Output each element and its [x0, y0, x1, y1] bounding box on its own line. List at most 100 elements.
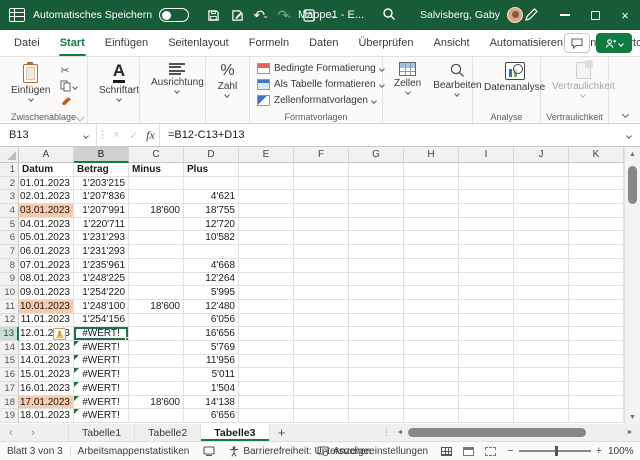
cell-e19[interactable]	[239, 409, 294, 423]
cell-d10[interactable]: 5'995	[184, 286, 239, 300]
cell-k19[interactable]	[569, 409, 624, 423]
cell-j8[interactable]	[514, 259, 569, 273]
cell-a12[interactable]: 11.01.2023	[19, 314, 74, 328]
cell-b1[interactable]: Betrag	[74, 163, 129, 177]
cell-c16[interactable]	[129, 368, 184, 382]
cell-f4[interactable]	[294, 204, 349, 218]
cell-c14[interactable]	[129, 341, 184, 355]
cell-f7[interactable]	[294, 245, 349, 259]
vertical-scroll-thumb[interactable]	[628, 166, 637, 204]
cell-d2[interactable]	[184, 177, 239, 191]
cell-a3[interactable]: 02.01.2023	[19, 190, 74, 204]
cell-a1[interactable]: Datum	[19, 163, 74, 177]
cell-h3[interactable]	[404, 190, 459, 204]
font-menu-button[interactable]: A Schriftart	[93, 60, 145, 103]
row-header-3[interactable]: 3	[0, 190, 19, 204]
cell-g4[interactable]	[349, 204, 404, 218]
maximize-button[interactable]	[580, 0, 610, 30]
redo-icon[interactable]: ↷⌄	[274, 5, 296, 25]
alignment-menu-button[interactable]: Ausrichtung	[145, 60, 210, 95]
cell-k8[interactable]	[569, 259, 624, 273]
cell-f8[interactable]	[294, 259, 349, 273]
cell-i19[interactable]	[459, 409, 514, 423]
display-settings-button[interactable]: Anzeigeeinstellungen	[310, 442, 435, 460]
cell-b18[interactable]: #WERT!	[74, 396, 129, 410]
cell-d4[interactable]: 18'755	[184, 204, 239, 218]
cell-a18[interactable]: 17.01.2023	[19, 396, 74, 410]
cell-d6[interactable]: 10'582	[184, 231, 239, 245]
sheet-info[interactable]: Blatt 3 von 3	[0, 442, 70, 460]
row-header-18[interactable]: 18	[0, 396, 19, 410]
page-layout-view-button[interactable]	[457, 442, 479, 460]
account-area[interactable]: Salvisberg, Gaby	[420, 0, 523, 30]
cell-a19[interactable]: 18.01.2023	[19, 409, 74, 423]
avatar[interactable]	[507, 7, 523, 23]
cell-a10[interactable]: 09.01.2023	[19, 286, 74, 300]
row-header-8[interactable]: 8	[0, 259, 19, 273]
cell-d17[interactable]: 1'504	[184, 382, 239, 396]
cell-a5[interactable]: 04.01.2023	[19, 218, 74, 232]
cell-a2[interactable]: 01.01.2023	[19, 177, 74, 191]
zoom-handle[interactable]	[555, 446, 559, 456]
tab-scroll-splitter[interactable]: ⋮	[382, 424, 391, 441]
cell-c15[interactable]	[129, 355, 184, 369]
formula-bar-splitter[interactable]: ⋮	[96, 124, 108, 146]
cell-h11[interactable]	[404, 300, 459, 314]
zoom-out-icon[interactable]: −	[507, 445, 513, 457]
cell-h9[interactable]	[404, 273, 459, 287]
cell-g6[interactable]	[349, 231, 404, 245]
cell-j9[interactable]	[514, 273, 569, 287]
cell-h14[interactable]	[404, 341, 459, 355]
cell-j11[interactable]	[514, 300, 569, 314]
column-header-d[interactable]: D	[184, 147, 239, 163]
cell-k10[interactable]	[569, 286, 624, 300]
cell-d19[interactable]: 6'656	[184, 409, 239, 423]
ribbon-tab-formeln[interactable]: Formeln	[239, 30, 299, 56]
cell-g16[interactable]	[349, 368, 404, 382]
row-header-1[interactable]: 1	[0, 163, 19, 177]
cell-j3[interactable]	[514, 190, 569, 204]
cell-a11[interactable]: 10.01.2023	[19, 300, 74, 314]
cell-j6[interactable]	[514, 231, 569, 245]
cell-e3[interactable]	[239, 190, 294, 204]
horizontal-scroll-thumb[interactable]	[408, 428, 586, 437]
ribbon-tab-automatisieren[interactable]: Automatisieren	[480, 30, 573, 56]
cell-i6[interactable]	[459, 231, 514, 245]
cell-i11[interactable]	[459, 300, 514, 314]
cell-i2[interactable]	[459, 177, 514, 191]
cell-i5[interactable]	[459, 218, 514, 232]
cell-k4[interactable]	[569, 204, 624, 218]
cell-k11[interactable]	[569, 300, 624, 314]
cell-b5[interactable]: 1'220'711	[74, 218, 129, 232]
cell-d14[interactable]: 5'769	[184, 341, 239, 355]
cell-g8[interactable]	[349, 259, 404, 273]
cell-e16[interactable]	[239, 368, 294, 382]
cell-e2[interactable]	[239, 177, 294, 191]
cell-h13[interactable]	[404, 327, 459, 341]
close-button[interactable]: ×	[610, 0, 640, 30]
cell-g5[interactable]	[349, 218, 404, 232]
comments-button[interactable]	[564, 33, 590, 53]
cell-d1[interactable]: Plus	[184, 163, 239, 177]
cell-d5[interactable]: 12'720	[184, 218, 239, 232]
cell-c18[interactable]: 18'600	[129, 396, 184, 410]
cell-k7[interactable]	[569, 245, 624, 259]
macro-record-icon[interactable]	[196, 442, 222, 460]
column-header-b[interactable]: B	[74, 147, 129, 163]
cell-g17[interactable]	[349, 382, 404, 396]
cell-a15[interactable]: 14.01.2023	[19, 355, 74, 369]
cell-k13[interactable]	[569, 327, 624, 341]
cell-c13[interactable]	[129, 327, 184, 341]
cell-e14[interactable]	[239, 341, 294, 355]
cell-g7[interactable]	[349, 245, 404, 259]
cell-b10[interactable]: 1'254'220	[74, 286, 129, 300]
cell-j2[interactable]	[514, 177, 569, 191]
scroll-right-icon[interactable]: ►	[624, 429, 636, 436]
share-button[interactable]	[596, 33, 632, 53]
cell-b7[interactable]: 1'231'293	[74, 245, 129, 259]
row-header-11[interactable]: 11	[0, 300, 19, 314]
row-header-10[interactable]: 10	[0, 286, 19, 300]
cell-c9[interactable]	[129, 273, 184, 287]
vertical-scrollbar[interactable]: ▲ ▼	[624, 147, 640, 424]
cell-j12[interactable]	[514, 314, 569, 328]
